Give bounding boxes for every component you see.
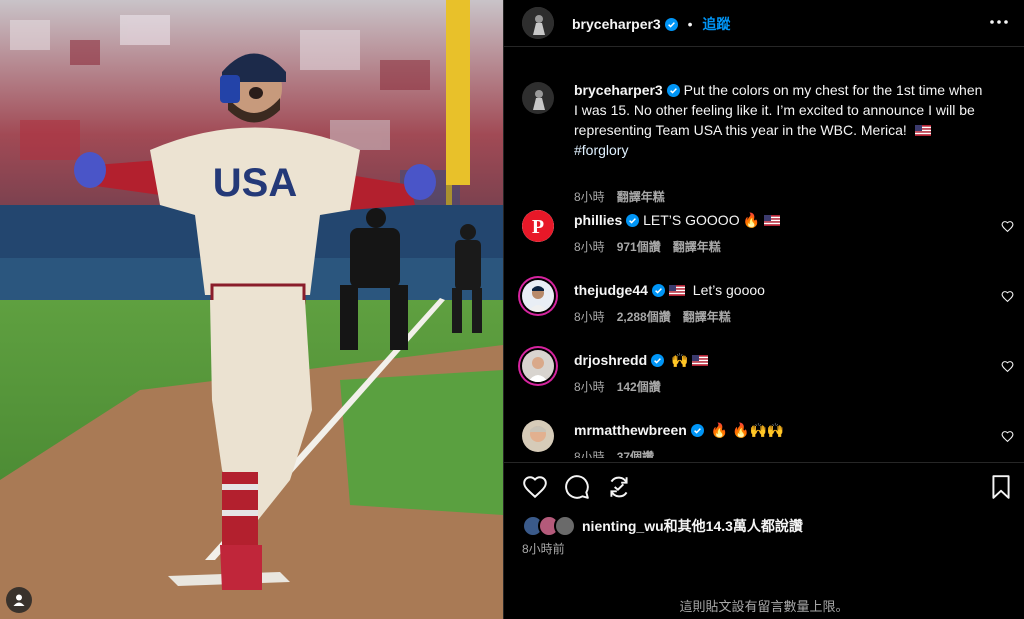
- photo-scene: USA: [0, 0, 503, 619]
- like-heart-icon[interactable]: [522, 474, 548, 500]
- follow-button[interactable]: 追蹤: [702, 16, 730, 32]
- verified-icon: [664, 18, 678, 31]
- comment-username[interactable]: thejudge44: [574, 282, 648, 298]
- heart-icon[interactable]: [1001, 220, 1014, 233]
- heart-icon[interactable]: [1001, 290, 1014, 303]
- comment-time[interactable]: 8小時: [574, 450, 605, 458]
- post-photo[interactable]: USA: [0, 0, 503, 619]
- comment-time[interactable]: 8小時: [574, 310, 605, 324]
- comment-translate[interactable]: 翻譯年糕: [683, 310, 731, 324]
- post-header: bryceharper3 • 追蹤: [504, 0, 1024, 46]
- svg-text:P: P: [532, 216, 544, 238]
- comment-time[interactable]: 8小時: [574, 380, 605, 394]
- caption-translate[interactable]: 翻譯年糕: [617, 190, 665, 204]
- caption-avatar[interactable]: [522, 82, 554, 114]
- verified-icon: [666, 84, 680, 97]
- comment-translate[interactable]: 翻譯年糕: [673, 240, 721, 254]
- post-time[interactable]: 8小時前: [522, 540, 565, 557]
- header-separator: •: [687, 16, 693, 32]
- actions-divider: [504, 462, 1024, 463]
- comment-icon[interactable]: [564, 474, 590, 500]
- comment-text: Let’s goooo: [692, 282, 765, 298]
- comment-username[interactable]: drjoshredd: [574, 352, 647, 368]
- verified-icon: [690, 424, 704, 437]
- us-flag-icon: [692, 355, 709, 366]
- author-username[interactable]: bryceharper3 • 追蹤: [572, 14, 730, 34]
- comment-username[interactable]: phillies: [574, 212, 622, 228]
- verified-icon: [651, 354, 665, 367]
- comment-limit-note: 這則貼文設有留言數量上限。: [679, 599, 849, 614]
- comment-username[interactable]: mrmatthewbreen: [574, 422, 687, 438]
- action-bar: [504, 470, 1024, 504]
- more-options-icon[interactable]: [988, 14, 1010, 30]
- likes-summary[interactable]: nienting_wu和其他14.3萬人都說讚: [522, 515, 803, 537]
- verified-icon: [651, 284, 665, 297]
- comment-likes[interactable]: 971個讚: [617, 240, 661, 254]
- comment-likes[interactable]: 37個讚: [617, 450, 654, 458]
- comment-item: mrmatthewbreen 🔥 🔥🙌🙌 8小時 37個讚: [504, 418, 1024, 458]
- bookmark-icon[interactable]: [988, 474, 1014, 500]
- caption-hashtag[interactable]: #forglory: [574, 142, 628, 158]
- us-flag-icon: [668, 285, 685, 296]
- header-divider: [504, 46, 1024, 47]
- likes-text[interactable]: nienting_wu和其他14.3萬人都說讚: [582, 516, 803, 536]
- us-flag-icon: [914, 125, 931, 136]
- liker-avatar: [554, 515, 576, 537]
- comment-likes[interactable]: 2,288個讚: [617, 310, 671, 324]
- comments-section[interactable]: bryceharper3 Put the colors on my chest …: [504, 60, 1024, 458]
- verified-icon: [626, 214, 640, 227]
- author-avatar[interactable]: [522, 7, 554, 39]
- comment-avatar[interactable]: [522, 280, 554, 312]
- author-username-text[interactable]: bryceharper3: [572, 16, 661, 32]
- jersey-text: USA: [213, 161, 297, 205]
- comment-avatar[interactable]: P: [522, 210, 554, 242]
- fire-emoji: 🔥: [742, 212, 761, 228]
- heart-icon[interactable]: [1001, 430, 1014, 443]
- comment-text: LET’S GOOOO: [643, 212, 740, 228]
- fire-emoji: 🔥 🔥🙌🙌: [710, 422, 785, 438]
- comment-avatar[interactable]: [522, 420, 554, 452]
- tagged-users-button[interactable]: [6, 587, 32, 613]
- raised-hands-emoji: 🙌: [671, 352, 689, 368]
- comment-time[interactable]: 8小時: [574, 240, 605, 254]
- caption-username[interactable]: bryceharper3: [574, 82, 663, 98]
- caption-time[interactable]: 8小時: [574, 190, 605, 204]
- share-icon[interactable]: [606, 474, 632, 500]
- us-flag-icon: [764, 215, 781, 226]
- comment-avatar[interactable]: [522, 350, 554, 382]
- heart-icon[interactable]: [1001, 360, 1014, 373]
- post-panel: bryceharper3 • 追蹤 bryceharper3 Put the c: [503, 0, 1024, 619]
- comment-likes[interactable]: 142個讚: [617, 380, 661, 394]
- user-icon: [13, 594, 25, 606]
